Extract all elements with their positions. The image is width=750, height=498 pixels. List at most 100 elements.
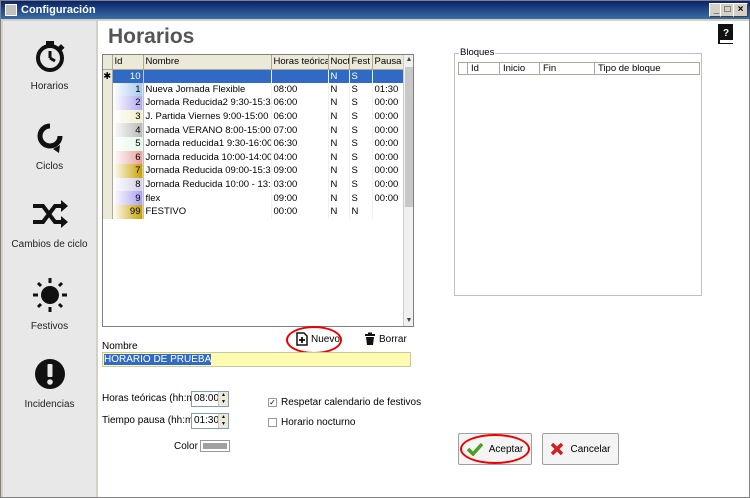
bloques-column-inicio[interactable]: Inicio (500, 63, 540, 74)
cancelar-button[interactable]: Cancelar (542, 433, 619, 465)
cell-horas[interactable]: 04:00 (271, 150, 329, 165)
row-indicator[interactable] (103, 204, 113, 219)
cell-fest[interactable]: S (349, 69, 373, 83)
cell-noct[interactable]: N (328, 69, 350, 83)
table-row[interactable]: 5 Jornada reducida1 9:30-16:00 06:30 N S 00:0… (103, 136, 406, 151)
row-indicator[interactable] (103, 82, 113, 97)
table-row[interactable]: 7 Jornada Reducida 09:00-15:30 09:00 N S 00:0… (103, 164, 406, 178)
column-header-pausa[interactable]: Pausa (372, 55, 406, 70)
bloques-column-tipo[interactable]: Tipo de bloque (595, 63, 699, 74)
table-row[interactable]: 9 flex 09:00 N S 00:00 (103, 191, 406, 205)
cell-pausa[interactable]: 00:00 (372, 191, 406, 205)
cell-noct[interactable]: N (328, 96, 350, 110)
cell-nombre[interactable]: J. Partida Viernes 9:00-15:00 (143, 109, 272, 124)
borrar-button[interactable]: Borrar (364, 332, 407, 346)
column-header-horas[interactable]: Horas teóricas (271, 55, 329, 70)
sidebar-item-incidencias[interactable]: Incidencias (3, 357, 96, 410)
sidebar-item-ciclos[interactable]: Ciclos (3, 119, 96, 172)
close-button[interactable]: × (733, 3, 748, 17)
sidebar-item-cambios-de-ciclo[interactable]: Cambios de ciclo (3, 197, 96, 250)
cell-horas[interactable]: 03:00 (271, 177, 329, 192)
cell-fest[interactable]: N (349, 204, 373, 219)
cell-id[interactable]: 2 (112, 96, 144, 110)
cell-fest[interactable]: S (349, 82, 373, 97)
cell-horas[interactable]: 09:00 (271, 164, 329, 178)
cell-nombre[interactable]: Jornada reducida 10:00-14:00 (143, 150, 272, 165)
bloques-column-fin[interactable]: Fin (540, 63, 595, 74)
nombre-input[interactable]: HORARIO DE PRUEBA (102, 352, 411, 367)
row-indicator[interactable]: ✱ (103, 69, 113, 83)
column-header-id[interactable]: Id (112, 55, 144, 70)
cell-id[interactable]: 99 (112, 204, 144, 219)
help-book-icon[interactable]: ? (717, 23, 735, 48)
cell-horas[interactable]: 09:00 (271, 191, 329, 205)
tiempo-pausa-stepper[interactable]: 01:30 ▲ ▼ (191, 413, 229, 429)
cell-noct[interactable]: N (328, 177, 350, 192)
cell-id[interactable]: 1 (112, 82, 144, 97)
checkbox-box[interactable]: ✓ (268, 398, 277, 407)
cell-fest[interactable]: S (349, 109, 373, 124)
cell-horas[interactable]: 06:00 (271, 109, 329, 124)
cell-id[interactable]: 5 (112, 136, 144, 151)
bloques-column-id[interactable]: Id (468, 63, 500, 74)
cell-pausa[interactable]: 01:30 (372, 82, 406, 97)
checkbox-box[interactable] (268, 418, 277, 427)
cell-fest[interactable]: S (349, 177, 373, 192)
cell-pausa[interactable]: 00:00 (372, 136, 406, 151)
cell-pausa[interactable]: 00:00 (372, 123, 406, 137)
stepper-up-icon[interactable]: ▲ (219, 414, 228, 421)
cell-nombre[interactable] (143, 69, 272, 83)
scroll-up-arrow-icon[interactable]: ▲ (404, 55, 413, 65)
cell-horas[interactable]: 06:30 (271, 136, 329, 151)
column-header-fest[interactable]: Fest (349, 55, 373, 70)
cell-id[interactable]: 6 (112, 150, 144, 165)
sidebar-item-horarios[interactable]: Horarios (3, 39, 96, 92)
cell-fest[interactable]: S (349, 150, 373, 165)
cell-nombre[interactable]: Jornada VERANO 8:00-15:00 (143, 123, 272, 137)
cell-noct[interactable]: N (328, 204, 350, 219)
cell-pausa[interactable] (372, 69, 406, 83)
scroll-thumb[interactable] (405, 67, 413, 207)
row-indicator[interactable] (103, 191, 113, 205)
cell-id[interactable]: 10 (112, 69, 144, 83)
cell-nombre[interactable]: Jornada reducida1 9:30-16:00 (143, 136, 272, 151)
cell-fest[interactable]: S (349, 136, 373, 151)
cell-nombre[interactable]: Jornada Reducida 10:00 - 13:00 (143, 177, 272, 192)
cell-horas[interactable]: 08:00 (271, 82, 329, 97)
cell-nombre[interactable]: FESTIVO (143, 204, 272, 219)
cell-noct[interactable]: N (328, 82, 350, 97)
sidebar-item-festivos[interactable]: Festivos (3, 277, 96, 332)
cell-nombre[interactable]: Jornada Reducida2 9:30-15:30 (143, 96, 272, 110)
cell-pausa[interactable]: 00:00 (372, 150, 406, 165)
scroll-down-arrow-icon[interactable]: ▼ (404, 316, 413, 326)
cell-fest[interactable]: S (349, 96, 373, 110)
column-header-nombre[interactable]: Nombre (143, 55, 272, 70)
cell-horas[interactable] (271, 69, 329, 83)
cell-id[interactable]: 9 (112, 191, 144, 205)
cell-nombre[interactable]: flex (143, 191, 272, 205)
cell-id[interactable]: 8 (112, 177, 144, 192)
cell-pausa[interactable]: 00:00 (372, 96, 406, 110)
cell-pausa[interactable]: 00:00 (372, 164, 406, 178)
cell-noct[interactable]: N (328, 191, 350, 205)
row-indicator[interactable] (103, 96, 113, 110)
grid-vertical-scrollbar[interactable]: ▲ ▼ (403, 55, 413, 326)
row-indicator[interactable] (103, 150, 113, 165)
cell-fest[interactable]: S (349, 123, 373, 137)
row-indicator[interactable] (103, 136, 113, 151)
stepper-down-icon[interactable]: ▼ (219, 421, 228, 428)
cell-noct[interactable]: N (328, 150, 350, 165)
table-row[interactable]: 3 J. Partida Viernes 9:00-15:00 06:00 N S 00:… (103, 109, 406, 124)
cell-nombre[interactable]: Jornada Reducida 09:00-15:30 (143, 164, 272, 178)
table-row[interactable]: 8 Jornada Reducida 10:00 - 13:00 03:00 N S 00… (103, 177, 406, 192)
cell-pausa[interactable] (372, 204, 406, 219)
horas-teoricas-stepper[interactable]: 08:00 ▲ ▼ (191, 391, 229, 407)
table-row[interactable]: 1 Nueva Jornada Flexible 08:00 N S 01:30 (103, 82, 406, 97)
color-picker[interactable] (200, 440, 230, 452)
horario-nocturno-checkbox[interactable]: Horario nocturno (268, 417, 355, 428)
table-row[interactable]: 2 Jornada Reducida2 9:30-15:30 06:00 N S 00:0… (103, 96, 406, 110)
cell-id[interactable]: 3 (112, 109, 144, 124)
table-row[interactable]: 99 FESTIVO 00:00 N N (103, 204, 406, 219)
cell-pausa[interactable]: 00:00 (372, 177, 406, 192)
cell-noct[interactable]: N (328, 164, 350, 178)
